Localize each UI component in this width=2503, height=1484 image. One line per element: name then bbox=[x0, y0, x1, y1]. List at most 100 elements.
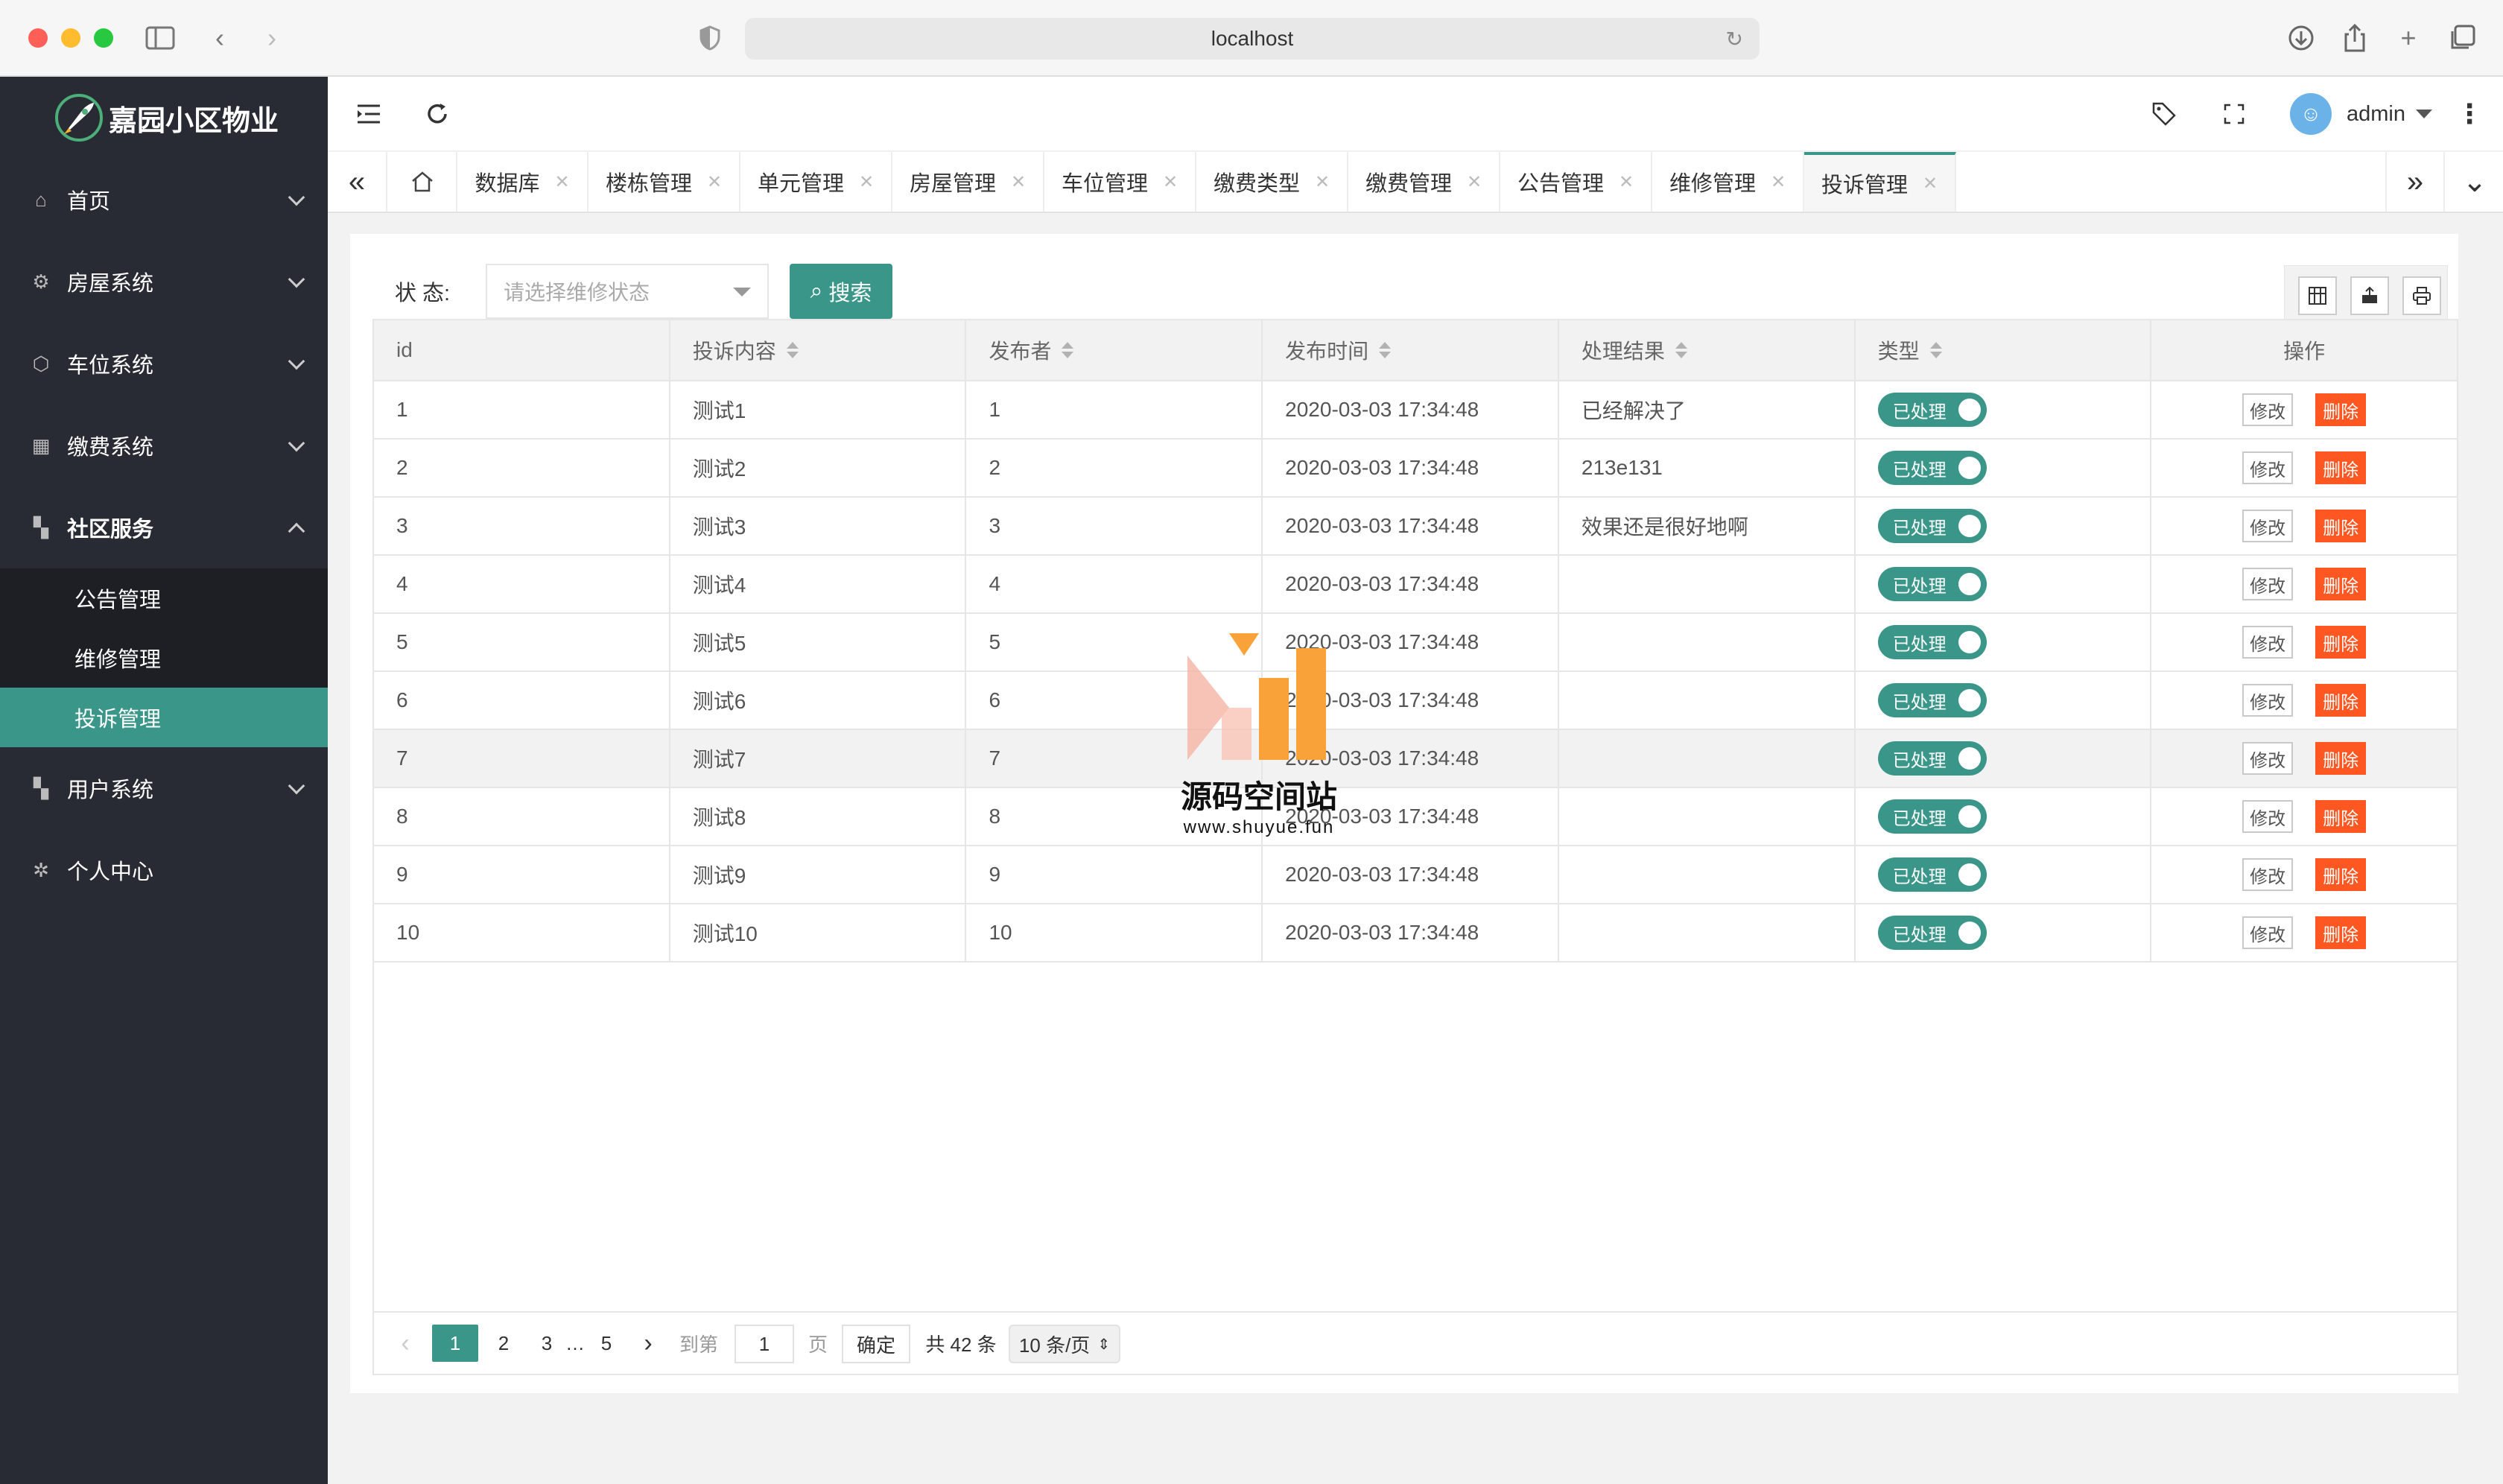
sidebar-subitem-repairs[interactable]: 维修管理 bbox=[0, 628, 328, 688]
column-header-content[interactable]: 投诉内容 bbox=[670, 320, 967, 380]
minimize-window-button[interactable] bbox=[61, 28, 80, 48]
tab-home[interactable] bbox=[389, 152, 457, 212]
column-header-type[interactable]: 类型 bbox=[1856, 320, 2152, 380]
close-window-button[interactable] bbox=[28, 28, 48, 48]
tab-database[interactable]: 数据库 ✕ bbox=[457, 152, 589, 212]
tab-fees[interactable]: 缴费管理 ✕ bbox=[1348, 152, 1500, 212]
tab-complaints[interactable]: 投诉管理 ✕ bbox=[1804, 152, 1956, 212]
edit-button[interactable]: 修改 bbox=[2242, 626, 2294, 659]
delete-button[interactable]: 删除 bbox=[2315, 568, 2367, 600]
tabs-scroll-left-icon[interactable]: « bbox=[328, 152, 387, 212]
address-bar[interactable]: localhost ↻ bbox=[745, 18, 1760, 60]
page-5[interactable]: 5 bbox=[591, 1325, 621, 1362]
tab-notices[interactable]: 公告管理 ✕ bbox=[1500, 152, 1652, 212]
page-size-select[interactable]: 10 条/页 ⇕ bbox=[1009, 1325, 1120, 1363]
tab-houses[interactable]: 房屋管理 ✕ bbox=[892, 152, 1044, 212]
download-icon[interactable] bbox=[2282, 19, 2320, 57]
page-3[interactable]: 3 bbox=[532, 1325, 562, 1362]
sidebar-item-community-service[interactable]: ▚ 社区服务 bbox=[0, 486, 328, 568]
edit-button[interactable]: 修改 bbox=[2242, 684, 2294, 717]
column-header-time[interactable]: 发布时间 bbox=[1263, 320, 1559, 380]
app-logo[interactable]: 嘉园小区物业 bbox=[0, 77, 328, 159]
tab-fee-types[interactable]: 缴费类型 ✕ bbox=[1196, 152, 1348, 212]
close-icon[interactable]: ✕ bbox=[1467, 171, 1482, 193]
tab-units[interactable]: 单元管理 ✕ bbox=[740, 152, 892, 212]
columns-icon[interactable] bbox=[2298, 276, 2337, 315]
delete-button[interactable]: 删除 bbox=[2315, 451, 2367, 484]
tag-icon[interactable] bbox=[2145, 95, 2183, 133]
column-header-result[interactable]: 处理结果 bbox=[1559, 320, 1856, 380]
status-toggle[interactable]: 已处理 bbox=[1877, 393, 1987, 427]
delete-button[interactable]: 删除 bbox=[2315, 800, 2367, 833]
sidebar-item-user-system[interactable]: ▚ 用户系统 bbox=[0, 747, 328, 829]
page-2[interactable]: 2 bbox=[489, 1325, 518, 1362]
status-toggle[interactable]: 已处理 bbox=[1877, 799, 1987, 834]
search-button[interactable]: ⌕ 搜索 bbox=[790, 264, 892, 319]
column-header-id[interactable]: id bbox=[374, 320, 670, 380]
status-select[interactable]: 请选择维修状态 bbox=[486, 264, 769, 319]
share-icon[interactable] bbox=[2336, 19, 2373, 57]
edit-button[interactable]: 修改 bbox=[2242, 742, 2294, 775]
fullscreen-icon[interactable] bbox=[2215, 95, 2253, 133]
print-icon[interactable] bbox=[2402, 276, 2441, 315]
next-page-icon[interactable]: › bbox=[633, 1325, 663, 1362]
sidebar-subitem-notices[interactable]: 公告管理 bbox=[0, 568, 328, 628]
tab-repairs[interactable]: 维修管理 ✕ bbox=[1652, 152, 1804, 212]
edit-button[interactable]: 修改 bbox=[2242, 451, 2294, 484]
close-icon[interactable]: ✕ bbox=[554, 171, 569, 193]
close-icon[interactable]: ✕ bbox=[859, 171, 874, 193]
goto-page-input[interactable]: 1 bbox=[735, 1325, 794, 1363]
reload-icon[interactable]: ↻ bbox=[1726, 27, 1743, 51]
delete-button[interactable]: 删除 bbox=[2315, 916, 2367, 949]
new-tab-icon[interactable]: + bbox=[2390, 19, 2427, 57]
close-icon[interactable]: ✕ bbox=[1011, 171, 1026, 193]
export-icon[interactable] bbox=[2350, 276, 2389, 315]
edit-button[interactable]: 修改 bbox=[2242, 568, 2294, 600]
sort-icon[interactable] bbox=[1929, 340, 1942, 360]
close-icon[interactable]: ✕ bbox=[1771, 171, 1786, 193]
refresh-icon[interactable] bbox=[419, 95, 456, 133]
user-menu[interactable]: ☺ admin bbox=[2290, 93, 2432, 135]
sidebar-item-home[interactable]: ⌂ 首页 bbox=[0, 159, 328, 241]
goto-confirm-button[interactable]: 确定 bbox=[842, 1325, 910, 1363]
close-icon[interactable]: ✕ bbox=[1163, 171, 1178, 193]
page-1[interactable]: 1 bbox=[432, 1325, 478, 1362]
close-icon[interactable]: ✕ bbox=[1315, 171, 1330, 193]
status-toggle[interactable]: 已处理 bbox=[1877, 916, 1987, 950]
delete-button[interactable]: 删除 bbox=[2315, 742, 2367, 775]
edit-button[interactable]: 修改 bbox=[2242, 510, 2294, 542]
sort-icon[interactable] bbox=[1062, 340, 1074, 360]
sort-icon[interactable] bbox=[1379, 340, 1392, 360]
menu-collapse-icon[interactable] bbox=[350, 95, 387, 133]
status-toggle[interactable]: 已处理 bbox=[1877, 683, 1987, 717]
status-toggle[interactable]: 已处理 bbox=[1877, 625, 1987, 659]
tab-buildings[interactable]: 楼栋管理 ✕ bbox=[589, 152, 740, 212]
edit-button[interactable]: 修改 bbox=[2242, 393, 2294, 426]
prev-page-icon[interactable]: ‹ bbox=[390, 1325, 420, 1362]
status-toggle[interactable]: 已处理 bbox=[1877, 857, 1987, 892]
sidebar-subitem-complaints[interactable]: 投诉管理 bbox=[0, 688, 328, 747]
forward-icon[interactable]: › bbox=[253, 19, 291, 57]
more-vertical-icon[interactable]: ⋮ bbox=[2451, 95, 2488, 133]
edit-button[interactable]: 修改 bbox=[2242, 858, 2294, 891]
delete-button[interactable]: 删除 bbox=[2315, 510, 2367, 542]
tabs-scroll-right-icon[interactable]: » bbox=[2385, 152, 2445, 212]
delete-button[interactable]: 删除 bbox=[2315, 626, 2367, 659]
back-icon[interactable]: ‹ bbox=[201, 19, 238, 57]
sidebar-item-payment-system[interactable]: ▦ 缴费系统 bbox=[0, 405, 328, 486]
close-icon[interactable]: ✕ bbox=[1923, 173, 1938, 194]
edit-button[interactable]: 修改 bbox=[2242, 800, 2294, 833]
status-toggle[interactable]: 已处理 bbox=[1877, 567, 1987, 601]
tab-parking[interactable]: 车位管理 ✕ bbox=[1044, 152, 1196, 212]
sort-icon[interactable] bbox=[786, 340, 799, 360]
tab-overview-icon[interactable] bbox=[2443, 19, 2481, 57]
delete-button[interactable]: 删除 bbox=[2315, 858, 2367, 891]
delete-button[interactable]: 删除 bbox=[2315, 393, 2367, 426]
close-icon[interactable]: ✕ bbox=[1619, 171, 1634, 193]
zoom-window-button[interactable] bbox=[94, 28, 113, 48]
column-header-publisher[interactable]: 发布者 bbox=[966, 320, 1263, 380]
status-toggle[interactable]: 已处理 bbox=[1877, 451, 1987, 485]
sort-icon[interactable] bbox=[1675, 340, 1687, 360]
status-toggle[interactable]: 已处理 bbox=[1877, 741, 1987, 776]
sidebar-item-personal-center[interactable]: ✲ 个人中心 bbox=[0, 829, 328, 911]
